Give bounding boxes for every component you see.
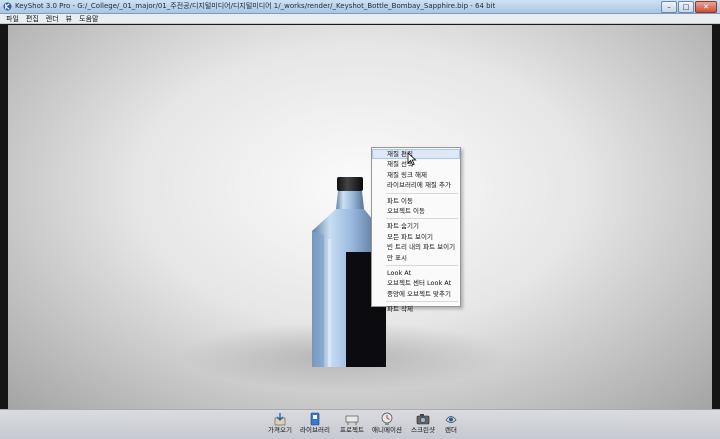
render-label: 렌더 <box>445 426 457 434</box>
menu-file[interactable]: 파일 <box>6 14 19 23</box>
library-button[interactable]: 라이브러리 <box>299 412 331 435</box>
animation-button[interactable]: 애니메이션 <box>371 412 403 435</box>
menu-help[interactable]: 도움말 <box>79 14 98 23</box>
import-icon <box>274 413 286 426</box>
import-label: 가져오기 <box>268 426 292 434</box>
bottom-toolbar: 가져오기 라이브러리 프로젝트 애니메이션 스크린샷 렌더 <box>0 409 720 439</box>
cm-separator <box>386 301 458 303</box>
cm-show-all-parts[interactable]: 모든 파트 보이기 <box>372 232 460 242</box>
viewport-frame-right <box>712 25 720 409</box>
cm-add-material-to-library[interactable]: 라이브러리에 재질 추가 <box>372 180 460 190</box>
cm-look-at-object-center[interactable]: 오브젝트 센터 Look At <box>372 278 460 288</box>
render-viewport[interactable]: 재질 편집 재질 선택 재질 링크 해제 라이브러리에 재질 추가 파트 이동 … <box>8 25 712 409</box>
menu-bar: 파일 편집 렌더 뷰 도움말 <box>0 14 720 24</box>
minimize-button[interactable]: – <box>661 1 677 13</box>
title-bar: KeyShot 3.0 Pro - G:/_College/_01_major/… <box>0 0 720 14</box>
maximize-button[interactable]: □ <box>678 1 694 13</box>
menu-edit[interactable]: 편집 <box>26 14 39 23</box>
cm-look-at[interactable]: Look At <box>372 268 460 278</box>
cm-fit-object-center[interactable]: 중앙에 오브젝트 맞추기 <box>372 289 460 299</box>
render-button[interactable]: 렌더 <box>435 412 467 435</box>
menu-view[interactable]: 뷰 <box>66 14 72 23</box>
mouse-cursor-icon <box>407 152 417 166</box>
cm-separator <box>386 218 458 220</box>
cm-show-parts-in-tree[interactable]: 빈 트리 내의 파트 보이기 <box>372 242 460 252</box>
animation-label: 애니메이션 <box>372 426 402 434</box>
viewport-frame-left <box>0 25 8 409</box>
screenshot-icon <box>416 414 430 425</box>
keyshot-app-icon <box>3 2 12 11</box>
project-button[interactable]: 프로젝트 <box>336 412 368 435</box>
library-label: 라이브러리 <box>300 426 330 434</box>
import-button[interactable]: 가져오기 <box>264 412 296 435</box>
cm-show-only[interactable]: 만 표시 <box>372 253 460 263</box>
cm-delete-part[interactable]: 파트 삭제 <box>372 304 460 314</box>
menu-render[interactable]: 렌더 <box>46 14 59 23</box>
window-title: KeyShot 3.0 Pro - G:/_College/_01_major/… <box>15 2 496 10</box>
cm-separator <box>386 192 458 194</box>
project-icon <box>345 415 359 425</box>
cm-move-part[interactable]: 파트 이동 <box>372 196 460 206</box>
cm-separator <box>386 264 458 266</box>
cm-move-object[interactable]: 오브젝트 이동 <box>372 206 460 216</box>
cm-unlink-material[interactable]: 재질 링크 해제 <box>372 170 460 180</box>
part-context-menu: 재질 편집 재질 선택 재질 링크 해제 라이브러리에 재질 추가 파트 이동 … <box>371 147 461 313</box>
library-icon <box>310 412 320 426</box>
animation-icon <box>381 412 393 425</box>
cm-hide-part[interactable]: 파트 숨기기 <box>372 221 460 231</box>
project-label: 프로젝트 <box>340 426 364 434</box>
window-controls: – □ ✕ <box>661 1 717 13</box>
close-button[interactable]: ✕ <box>695 1 717 13</box>
render-icon <box>445 416 457 423</box>
